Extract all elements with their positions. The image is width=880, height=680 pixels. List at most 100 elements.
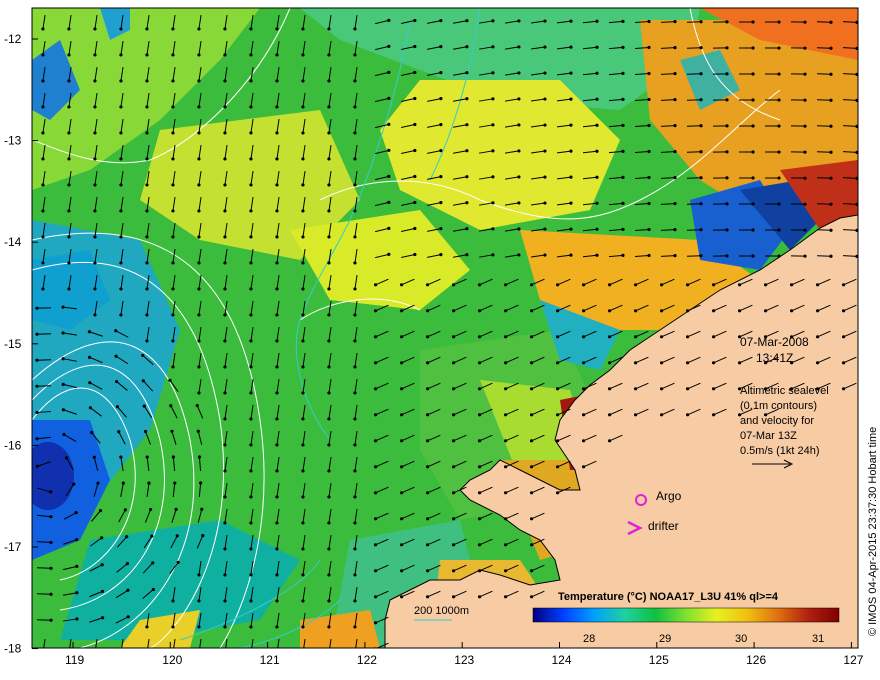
velocity-arrow-head [439,19,443,23]
velocity-arrow-head [87,330,91,334]
velocity-arrow-head [465,97,469,101]
velocity-arrow-head [517,201,521,205]
velocity-arrow-head [751,46,755,50]
velocity-arrow-head [119,261,123,265]
velocity-arrow-head [439,123,443,127]
velocity-arrow-head [49,618,53,622]
velocity-arrow-head [451,543,456,547]
velocity-arrow-head [327,443,331,447]
velocity-arrow-head [119,79,123,83]
velocity-arrow-head [543,97,547,101]
velocity-arrow-head [503,335,508,339]
velocity-arrow-head [301,625,305,629]
velocity-arrow-head [491,227,495,231]
velocity-arrow-head [275,339,279,343]
velocity-arrow-head [425,361,430,365]
velocity-arrow-head [529,491,534,495]
velocity-arrow-head [353,261,357,265]
velocity-arrow-head [373,309,378,313]
velocity-arrow-head [119,287,123,291]
velocity-arrow-head [621,175,625,179]
velocity-arrow-head [327,365,331,369]
velocity-arrow-head [373,543,378,547]
velocity-arrow-head [41,157,45,161]
velocity-arrow-head [529,569,534,573]
velocity-arrow-head [223,339,227,343]
velocity-arrow-head [275,495,279,499]
altimetry-line: and velocity for [740,415,814,427]
velocity-arrow-head [223,183,227,187]
velocity-arrow-head [595,97,599,101]
velocity-arrow-head [100,563,104,567]
velocity-arrow-head [327,27,331,31]
velocity-arrow-head [529,335,534,339]
velocity-arrow-head [543,201,547,205]
velocity-arrow-head [353,417,357,421]
velocity-arrow-head [61,408,65,412]
velocity-arrow-head [685,309,690,313]
velocity-arrow-head [621,71,625,75]
velocity-arrow-head [275,391,279,395]
velocity-arrow-head [621,201,625,205]
velocity-arrow-head [503,517,508,521]
x-tick-label: 126 [746,653,766,667]
velocity-arrow-head [353,625,357,629]
velocity-arrow-head [275,287,279,291]
velocity-arrow-head [67,209,71,213]
velocity-arrow-head [223,261,227,265]
velocity-arrow-head [725,124,729,128]
velocity-arrow-head [197,131,201,135]
velocity-arrow-head [197,339,201,343]
velocity-arrow-head [275,365,279,369]
velocity-arrow-head [126,588,130,592]
velocity-arrow-head [841,387,846,391]
velocity-arrow-head [301,573,305,577]
velocity-arrow-head [125,562,130,566]
velocity-arrow-head [477,465,482,469]
velocity-arrow-head [117,430,121,434]
x-tick-label: 123 [454,653,474,667]
velocity-arrow-head [249,157,253,161]
velocity-arrow-head [699,20,703,24]
velocity-arrow-head [275,183,279,187]
velocity-arrow-head [841,361,846,365]
velocity-arrow-head [75,564,79,568]
velocity-arrow-head [41,27,45,31]
velocity-arrow-head [90,430,94,435]
velocity-arrow-head [275,53,279,57]
velocity-arrow-head [327,105,331,109]
velocity-arrow-head [543,123,547,127]
velocity-arrow-head [197,573,201,577]
velocity-arrow-head [647,253,651,258]
velocity-arrow-head [543,227,547,231]
velocity-arrow-head [67,261,71,265]
velocity-arrow-head [439,45,443,49]
velocity-arrow-head [595,253,599,257]
velocity-arrow-head [301,521,305,525]
altimetry-line: (0.1m contours) [740,400,817,412]
velocity-arrow-head [387,44,391,48]
velocity-arrow [686,99,702,101]
velocity-arrow-head [555,387,560,391]
velocity-arrow [816,47,832,49]
velocity-arrow-head [223,443,227,447]
velocity-arrow-head [223,625,227,629]
velocity-arrow-head [223,79,227,83]
y-tick-label: -12 [4,32,22,46]
velocity-arrow-head [249,339,253,343]
velocity-arrow-head [569,71,573,75]
velocity-arrow-head [595,71,599,75]
velocity-arrow-head [301,313,305,317]
velocity-arrow [686,151,702,153]
velocity-arrow-head [327,183,331,187]
velocity-arrow-head [200,507,204,511]
velocity-arrow-head [301,157,305,161]
velocity-arrow-head [399,361,404,365]
velocity-arrow-head [67,27,71,31]
velocity-arrow-head [451,517,456,521]
velocity-arrow-head [93,27,97,31]
velocity-arrow-head [100,536,104,540]
velocity-arrow-head [93,261,97,265]
velocity-arrow-head [503,439,508,443]
colorbar-title: Temperature (°C) NOAA17_L3U 41% ql>=4 [558,591,779,603]
